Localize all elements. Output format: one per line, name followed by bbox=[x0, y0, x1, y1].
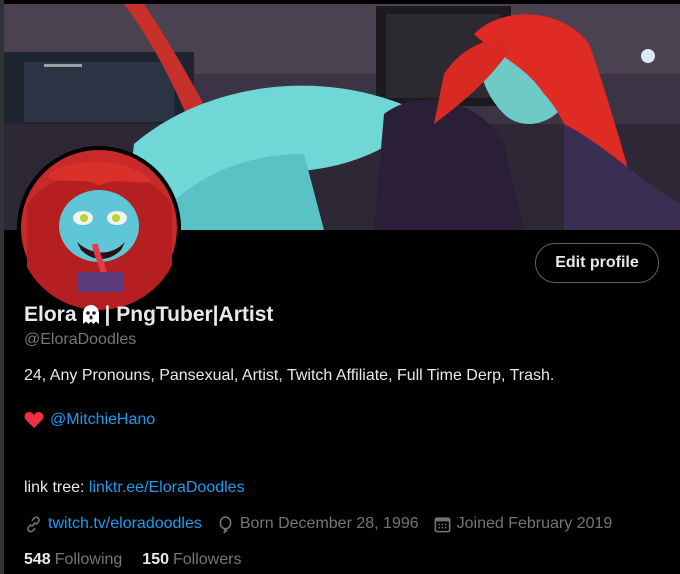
partner-mention-link[interactable]: @MitchieHano bbox=[50, 411, 155, 429]
ghost-icon bbox=[82, 305, 99, 324]
linktree-label: link tree: bbox=[24, 479, 89, 496]
display-name-suffix: | PngTuber|Artist bbox=[104, 303, 274, 326]
joined-item: Joined February 2019 bbox=[433, 515, 613, 534]
link-icon bbox=[27, 516, 40, 532]
red-heart-icon bbox=[24, 412, 44, 428]
birthday-item: Born December 28, 1996 bbox=[216, 515, 419, 534]
edit-profile-button[interactable]: Edit profile bbox=[535, 243, 659, 283]
balloon-icon bbox=[219, 515, 232, 533]
display-name-prefix: Elora bbox=[24, 303, 77, 326]
profile-avatar[interactable] bbox=[17, 146, 181, 310]
joined-text: Joined February 2019 bbox=[456, 515, 613, 532]
website-item: twitch.tv/eloradoodles bbox=[24, 515, 202, 534]
calendar-icon bbox=[434, 516, 451, 532]
linktree-link[interactable]: linktr.ee/EloraDoodles bbox=[89, 479, 245, 496]
follow-stats: 548 Following 150 Followers bbox=[24, 549, 261, 571]
followers-label[interactable]: Followers bbox=[173, 551, 241, 569]
linktree-line: link tree: linktr.ee/EloraDoodles bbox=[24, 479, 245, 497]
profile-meta: twitch.tv/eloradoodles Born December 28,… bbox=[24, 513, 626, 535]
display-name: Elora | PngTuber|Artist bbox=[24, 302, 273, 328]
website-link[interactable]: twitch.tv/eloradoodles bbox=[48, 515, 202, 533]
bio-text: 24, Any Pronouns, Pansexual, Artist, Twi… bbox=[24, 367, 555, 384]
bio-partner-line: @MitchieHano bbox=[24, 411, 155, 429]
user-handle: @EloraDoodles bbox=[24, 331, 137, 348]
followers-count[interactable]: 150 bbox=[142, 551, 169, 569]
avatar-artwork bbox=[17, 146, 181, 310]
following-count[interactable]: 548 bbox=[24, 551, 51, 569]
birthday-text: Born December 28, 1996 bbox=[239, 515, 419, 532]
following-label[interactable]: Following bbox=[55, 551, 123, 569]
